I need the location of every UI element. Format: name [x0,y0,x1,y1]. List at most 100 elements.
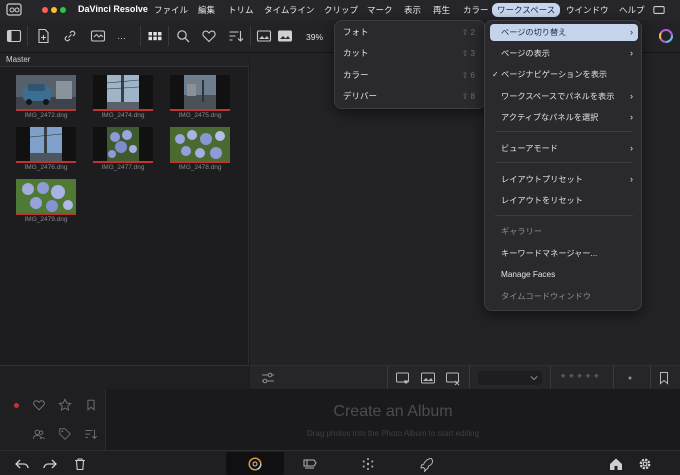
more-button[interactable]: … [117,31,126,41]
menu-workspace[interactable]: ワークスペース [492,3,561,17]
image-icon[interactable] [256,28,272,44]
clip-thumbnail[interactable] [170,75,230,111]
flag-icon[interactable] [622,370,638,386]
menu-item-reset-layout[interactable]: レイアウトをリセット [490,192,638,209]
menu-item-manage-faces[interactable]: Manage Faces [490,266,638,283]
home-icon[interactable] [608,456,624,472]
menu-clip[interactable]: クリップ [319,3,363,17]
heart-icon[interactable] [201,28,217,44]
settings-icon[interactable] [637,456,653,472]
album-panel[interactable]: Create an Album Drag photos into the Pho… [106,389,680,450]
star-icon[interactable] [58,398,72,412]
flag-outline-icon[interactable] [84,398,98,412]
pole-blue-photo [16,127,76,161]
menu-item-keyword-manager[interactable]: キーワードマネージャー... [490,245,638,262]
image-frame-icon[interactable] [277,28,293,44]
chevron-right-icon: › [630,91,633,101]
clip-thumbnail[interactable] [16,179,76,215]
menu-color[interactable]: カラー [458,3,494,17]
import-icon[interactable] [35,28,51,44]
clip-thumbnail[interactable] [93,127,153,163]
toolbar-divider [250,26,251,46]
star-rating[interactable]: ★★★★★ [560,372,612,384]
submenu-item-color[interactable]: カラー ⇧ 6 [343,67,479,84]
sliders-icon[interactable] [260,370,276,386]
toolbar-divider [140,26,141,46]
tag-icon[interactable] [58,427,72,441]
menu-help[interactable]: ヘルプ [614,3,650,17]
app-name[interactable]: DaVinci Resolve [78,4,148,14]
chevron-right-icon: › [630,143,633,153]
shortcut-label: ⇧ 8 [461,92,475,101]
minimize-window-dot[interactable] [51,7,57,13]
menu-item-show-panels[interactable]: ワークスペースでパネルを表示 › [490,88,638,105]
zoom-window-dot[interactable] [60,7,66,13]
workspace-menu: ページの切り替え › ページの表示 › ✓ ページナビゲーションを表示 ワークス… [484,20,642,311]
clip-thumbnail[interactable] [16,75,76,111]
viewer-tools-divider [613,366,614,390]
menu-playback[interactable]: 再生 [428,3,455,17]
deliver-page-icon[interactable] [418,456,434,472]
submenu-item-cut[interactable]: カット ⇧ 3 [343,45,479,62]
sort-icon[interactable] [228,28,244,44]
photo-page-tab[interactable] [226,452,284,475]
viewer-tools-divider [469,366,470,390]
menu-item-show-page[interactable]: ページの表示 › [490,45,638,62]
hydrangea-photo [93,127,153,161]
toolbar-divider [168,26,169,46]
clip-name: IMG_2472.dng [24,112,68,119]
photo-icon[interactable] [420,370,436,386]
people-icon[interactable] [32,427,46,441]
grid-view-icon[interactable] [147,28,163,44]
menu-item-layout-presets[interactable]: レイアウトプリセット › [490,171,638,188]
undo-icon[interactable] [14,456,30,472]
menu-file[interactable]: ファイル [149,3,193,17]
clip-thumbnail[interactable] [170,127,230,163]
zoom-level[interactable]: 39% [306,32,323,42]
redo-icon[interactable] [42,456,58,472]
clip-select-dropdown[interactable] [478,371,542,385]
remove-photo-icon[interactable] [445,370,461,386]
bookmark-icon[interactable] [656,370,672,386]
menu-timeline[interactable]: タイムライン [259,3,319,17]
viewer-tools-divider [550,366,551,390]
add-favorite-photo-icon[interactable] [395,370,411,386]
clip-name: IMG_2479.dng [24,216,68,223]
cut-page-icon[interactable] [302,456,318,472]
viewer-tools-divider [387,366,388,390]
menu-window[interactable]: ウインドウ [561,3,614,17]
hydrangea-wide-photo [170,127,230,161]
metadata-icon[interactable] [90,28,106,44]
chevron-right-icon: › [630,27,633,37]
search-icon[interactable] [175,28,191,44]
clip-name: IMG_2478.dng [178,164,222,171]
clip-thumbnail[interactable] [93,75,153,111]
clip-thumbnail[interactable] [16,127,76,163]
submenu-item-label: カラー [343,70,369,80]
resolve-app-icon[interactable] [6,2,24,18]
menu-trim[interactable]: トリム [223,3,259,17]
menu-view[interactable]: 表示 [399,3,426,17]
clip-name: IMG_2477.dng [101,164,145,171]
menu-item-show-page-navigation[interactable]: ✓ ページナビゲーションを表示 [490,66,638,83]
close-window-dot[interactable] [42,7,48,13]
menu-edit[interactable]: 編集 [193,3,220,17]
color-page-icon[interactable] [360,456,376,472]
panel-toggle-icon[interactable] [6,28,22,44]
menu-item-label: レイアウトプリセット [501,175,583,184]
album-hint: Drag photos into the Photo Album to star… [306,429,480,438]
heart-icon[interactable] [32,398,46,412]
color-wheel-icon[interactable] [658,28,674,44]
record-dot[interactable] [14,403,19,408]
submenu-item-deliver[interactable]: デリバー ⇧ 8 [343,88,479,105]
trash-icon[interactable] [72,456,88,472]
sort-icon[interactable] [84,427,98,441]
menu-item-viewer-mode[interactable]: ビューアモード › [490,140,638,157]
submenu-item-photo[interactable]: フォト ⇧ 2 [343,24,479,41]
media-pool: Master IMG_2472.dng IMG_2474.dng IMG_247… [0,53,249,365]
link-icon[interactable] [62,28,78,44]
menu-item-switch-page[interactable]: ページの切り替え › [490,24,638,41]
menu-item-select-active-panel[interactable]: アクティブなパネルを選択 › [490,109,638,126]
fullscreen-icon[interactable] [653,5,665,15]
menu-mark[interactable]: マーク [362,3,398,17]
